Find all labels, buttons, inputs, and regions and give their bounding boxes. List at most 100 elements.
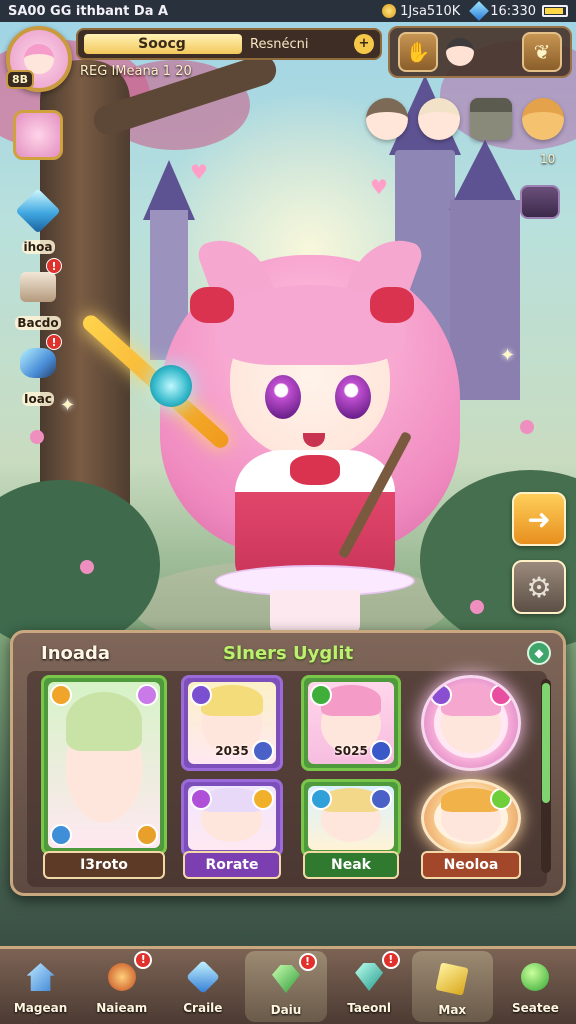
- nav-icon-wrap: [19, 955, 63, 999]
- panel-toggle-button[interactable]: ◆: [527, 641, 551, 665]
- flower: [30, 430, 44, 444]
- friend-avatar[interactable]: [418, 98, 460, 140]
- side-button-profile[interactable]: [8, 110, 68, 160]
- hair-bow: [190, 287, 234, 323]
- nav-item-craile[interactable]: Craile: [162, 949, 243, 1024]
- nav-item-daiu[interactable]: ! Daiu: [245, 951, 327, 1022]
- nav-label: Naieam: [96, 1001, 148, 1015]
- character-card[interactable]: [181, 779, 283, 857]
- gem-icon: [469, 1, 490, 21]
- skill-icon: [252, 788, 274, 810]
- coin-icon: [382, 4, 397, 18]
- profile-portrait-icon: [13, 110, 63, 160]
- glove-icon: ✋: [405, 40, 431, 64]
- character-card[interactable]: [301, 779, 401, 857]
- character-card[interactable]: 2035: [181, 675, 283, 771]
- hero-legs: [270, 590, 360, 635]
- leaf-icon: ❦: [533, 40, 551, 64]
- notification-badge: !: [134, 951, 153, 969]
- card-nameplate[interactable]: Neoloa: [421, 851, 521, 879]
- panel-subtitle: Slners Uyglit: [223, 643, 354, 664]
- notification-badge: !: [298, 953, 317, 971]
- side-button-crystal[interactable]: ihoa: [8, 186, 68, 255]
- chest-icon[interactable]: [520, 185, 560, 219]
- panel-scrollbar[interactable]: [541, 679, 551, 873]
- top-right-menu: ✋ ❦: [388, 26, 572, 78]
- house-icon: [26, 963, 55, 991]
- status-bar: SA00 GG ithbant Da A 1Jsa510K 16:330: [0, 0, 576, 22]
- hero-character[interactable]: [79, 215, 500, 635]
- companion-avatar[interactable]: [446, 38, 474, 66]
- arrow-right-icon: ➜: [527, 502, 551, 536]
- ore-icon: [20, 348, 56, 378]
- element-icon: [430, 684, 452, 706]
- settings-button[interactable]: ⚙: [512, 560, 566, 614]
- coin-value: 1Jsa510K: [400, 3, 461, 19]
- flower: [520, 420, 534, 434]
- nav-item-taeonl[interactable]: ! Taeonl: [329, 949, 410, 1024]
- friend-count: 10: [540, 152, 556, 166]
- skill-icon: [50, 824, 72, 846]
- battery-icon: [542, 5, 568, 17]
- nav-item-seatee[interactable]: Seatee: [495, 949, 576, 1024]
- notification-badge: !: [46, 258, 62, 274]
- nav-label: Taeonl: [347, 1001, 392, 1015]
- enter-arrow-button[interactable]: ➜: [512, 492, 566, 546]
- hero-eye: [335, 375, 371, 419]
- player-name-bar[interactable]: Soocg Resnécni +: [76, 28, 382, 60]
- element-icon: [190, 788, 212, 810]
- element-icon: [490, 788, 512, 810]
- character-roster-panel: Inoada Slners Uyglit ◆ 2035 S025 I3roto …: [10, 630, 566, 896]
- card-nameplate[interactable]: Neak: [303, 851, 399, 879]
- nav-label: Daiu: [270, 1003, 302, 1017]
- friend-avatar[interactable]: [470, 98, 512, 140]
- gem-counter: 16:330: [469, 1, 536, 21]
- shop-button[interactable]: ✋: [398, 32, 438, 72]
- character-card[interactable]: [421, 675, 521, 771]
- side-button-forge[interactable]: ! Bacdo: [8, 258, 68, 331]
- nav-label: Max: [438, 1003, 467, 1017]
- side-button-ore[interactable]: ! Ioac: [8, 334, 68, 407]
- element-icon: [190, 684, 212, 706]
- nav-item-naieam[interactable]: ! Naieam: [81, 949, 162, 1024]
- side-button-label: Bacdo: [15, 316, 61, 330]
- friends-row: [366, 98, 564, 140]
- menu-button[interactable]: ❦: [522, 32, 562, 72]
- gear-icon: ⚙: [526, 570, 552, 604]
- card-power-value: 2035: [215, 744, 249, 758]
- friend-avatar[interactable]: [366, 98, 408, 140]
- nav-icon-wrap: [181, 955, 225, 999]
- side-icon-wrap: [13, 186, 63, 236]
- notification-badge: !: [381, 951, 400, 969]
- element-icon: [310, 788, 332, 810]
- gem-value: 16:330: [490, 3, 536, 19]
- player-subtitle: REG IMeana 1 20: [80, 64, 192, 79]
- character-card[interactable]: [41, 675, 167, 855]
- character-card[interactable]: S025: [301, 675, 401, 771]
- emerald-icon: [271, 965, 300, 993]
- nav-item-max[interactable]: Max: [411, 951, 493, 1022]
- hero-eye: [265, 375, 301, 419]
- player-name: Soocg: [138, 36, 186, 52]
- card-hair: [65, 691, 143, 752]
- status-text: SA00 GG ithbant Da A: [8, 3, 169, 19]
- friend-avatar[interactable]: [522, 98, 564, 140]
- card-nameplate[interactable]: I3roto: [43, 851, 165, 879]
- orb-icon: [107, 963, 136, 991]
- skill-icon: [490, 684, 512, 706]
- add-button[interactable]: +: [354, 34, 374, 54]
- dress-bow: [290, 455, 340, 485]
- side-button-label: ihoa: [21, 240, 55, 254]
- green-orb-icon: [521, 963, 550, 991]
- nav-icon-wrap: [513, 955, 557, 999]
- card-nameplate[interactable]: Rorate: [183, 851, 281, 879]
- crystal-icon: [15, 188, 61, 234]
- staff-gem-icon: [150, 365, 192, 407]
- player-rank: Resnécni: [250, 37, 309, 52]
- bottom-nav: Magean ! Naieam Craile ! Daiu ! Taeonl M…: [0, 946, 576, 1024]
- scroll-thumb[interactable]: [542, 683, 550, 803]
- nav-item-magean[interactable]: Magean: [0, 949, 81, 1024]
- heart-icon: ♥: [190, 160, 208, 184]
- side-button-label: Ioac: [22, 392, 54, 406]
- character-card[interactable]: [421, 779, 521, 857]
